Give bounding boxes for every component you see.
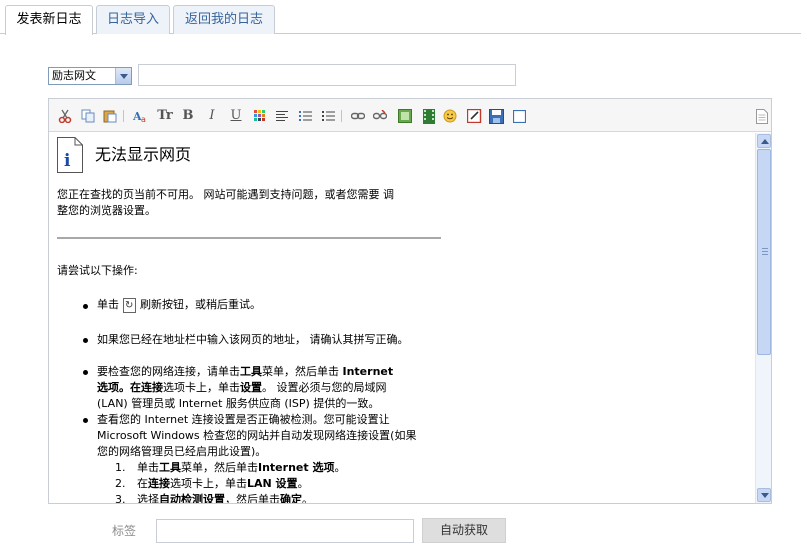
vertical-scrollbar[interactable]	[755, 133, 771, 503]
cut-icon[interactable]	[57, 108, 73, 124]
step-number: 3.	[115, 493, 126, 503]
editor-toolbar: Aa Tr B I U	[49, 99, 771, 132]
text-run: 。 设置必须与您的局域网	[262, 381, 387, 394]
text-run: 在	[137, 477, 148, 490]
bullet-dot	[83, 418, 88, 423]
text-run: 自动检测设置	[159, 493, 225, 503]
text-run: Microsoft Windows 检查您的网站并自动发现网络连接设置(如果	[97, 429, 417, 442]
scrollbar-thumb[interactable]	[757, 149, 771, 355]
intro-line-1: 您正在查找的页当前不可用。 网站可能遇到支持问题，或者您需要 调	[57, 188, 394, 201]
refresh-icon	[123, 297, 136, 313]
unlink-icon[interactable]	[372, 108, 388, 124]
tab-back-to-my-posts[interactable]: 返回我的日志	[173, 5, 275, 34]
text-run: 设置	[240, 381, 262, 394]
text-run: 工具	[159, 461, 181, 474]
text-run: 选项卡上，单击	[170, 477, 247, 490]
bullet1-pre: 单击	[97, 298, 119, 311]
text-run: 单击	[137, 461, 159, 474]
save-icon[interactable]	[488, 108, 504, 124]
bullet1-post: 刷新按钮，或稍后重试。	[140, 298, 261, 311]
italic-icon[interactable]: I	[204, 108, 220, 124]
text-run: 工具	[240, 365, 262, 378]
emoticon-icon[interactable]	[442, 108, 458, 124]
step-number: 2.	[115, 477, 126, 490]
text-run: (LAN) 管理员或 Internet 服务供应商 (ISP) 提供的一致。	[97, 397, 380, 410]
category-select[interactable]: 励志网文	[48, 67, 132, 85]
text-run: 。在	[119, 381, 141, 394]
text-run: 菜单，然后单击	[262, 365, 339, 378]
step-number: 1.	[115, 461, 126, 474]
auto-fetch-button[interactable]: 自动获取	[422, 518, 506, 543]
text-run: 要检查您的网络连接，请单击	[97, 365, 240, 378]
chevron-down-icon[interactable]	[115, 68, 131, 84]
toolbar-separator	[341, 110, 342, 122]
rich-text-editor: Aa Tr B I U i 无法显示网页 您正在查找的页当前不可用。 网站可能遇…	[48, 98, 772, 504]
text-run: 选项	[97, 381, 119, 394]
bold-icon[interactable]: B	[180, 108, 196, 124]
step-text: 单击工具菜单，然后单击Internet 选项。	[137, 460, 345, 476]
title-input[interactable]	[138, 64, 516, 86]
error-title: 无法显示网页	[95, 145, 192, 164]
scroll-up-icon[interactable]	[757, 134, 771, 148]
text-run: 确定	[280, 493, 302, 503]
text-run: Internet	[342, 365, 394, 378]
text-run: 选择	[137, 493, 159, 503]
align-icon[interactable]	[274, 108, 290, 124]
fullscreen-icon[interactable]	[511, 108, 527, 124]
category-selected-label: 励志网文	[52, 69, 96, 82]
text-run: 连接	[141, 381, 163, 394]
svg-text:a: a	[141, 115, 146, 123]
edit-icon[interactable]	[466, 108, 482, 124]
ordered-list-icon[interactable]	[320, 108, 336, 124]
text-run: 选项卡上，单击	[163, 381, 240, 394]
copy-icon[interactable]	[80, 108, 96, 124]
text-run: 。	[334, 461, 346, 474]
paste-icon[interactable]	[102, 108, 118, 124]
list-item: 单击 刷新按钮，或稍后重试。	[97, 297, 447, 313]
info-icon: i	[57, 137, 83, 173]
grip-icon	[762, 248, 768, 255]
step-text: 选择自动检测设置，然后单击确定。	[137, 492, 313, 503]
tab-import[interactable]: 日志导入	[96, 5, 170, 34]
list-item: 查看您的 Internet 连接设置是否正确被检测。您可能设置让 Microso…	[97, 412, 447, 460]
text-run: 。	[297, 477, 309, 490]
bullet-dot	[83, 370, 88, 375]
svg-text:i: i	[64, 151, 71, 171]
intro-line-2: 整您的浏览器设置。	[57, 204, 156, 217]
text-run: ，然后单击	[225, 493, 280, 503]
tab-bar: 发表新日志 日志导入 返回我的日志	[0, 0, 801, 35]
list-item: 如果您已经在地址栏中输入该网页的地址， 请确认其拼写正确。	[97, 333, 409, 346]
text-run: 菜单，然后单击	[181, 461, 258, 474]
editor-content[interactable]: i 无法显示网页 您正在查找的页当前不可用。 网站可能遇到支持问题，或者您需要 …	[49, 133, 755, 503]
try-heading: 请尝试以下操作:	[57, 264, 138, 277]
font-size-icon[interactable]: Tr	[156, 108, 174, 124]
tag-label: 标签	[112, 524, 137, 538]
list-item: 要检查您的网络连接，请单击工具菜单，然后单击 Internet 选项。在连接选项…	[97, 364, 447, 412]
underline-icon[interactable]: U	[228, 108, 244, 124]
scroll-down-icon[interactable]	[757, 488, 771, 502]
tab-new-post[interactable]: 发表新日志	[5, 5, 93, 35]
bullet-dot	[83, 304, 88, 309]
text-run: 连接	[148, 477, 170, 490]
image-icon[interactable]	[397, 108, 413, 124]
divider	[57, 237, 441, 239]
text-run: LAN 设置	[247, 477, 298, 490]
link-icon[interactable]	[350, 108, 366, 124]
text-run: Internet 选项	[258, 461, 335, 474]
toolbar-separator	[123, 110, 124, 122]
text-run: 查看您的 Internet 连接设置是否正确被检测。您可能设置让	[97, 413, 390, 426]
text-run: 。	[302, 493, 313, 503]
html-source-icon[interactable]	[754, 108, 770, 124]
step-text: 在连接选项卡上，单击LAN 设置。	[137, 476, 309, 492]
color-icon[interactable]	[252, 108, 268, 124]
media-icon[interactable]	[421, 108, 437, 124]
text-run: 您的网络管理员已经启用此设置)。	[97, 445, 267, 458]
font-icon[interactable]: Aa	[133, 108, 149, 124]
unordered-list-icon[interactable]	[297, 108, 313, 124]
tag-input[interactable]	[156, 519, 414, 543]
bullet-dot	[83, 338, 88, 343]
